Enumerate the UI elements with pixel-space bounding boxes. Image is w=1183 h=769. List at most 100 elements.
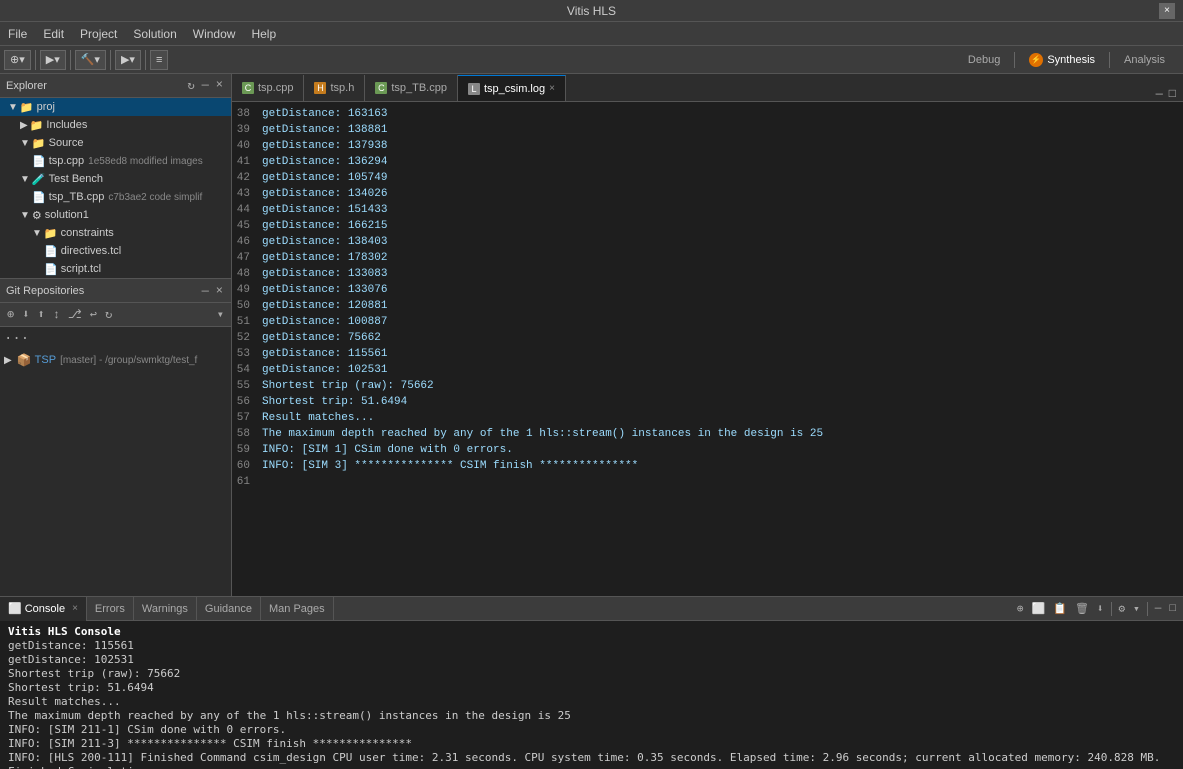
tree-item-testbench[interactable]: ▼ 🧪 Test Bench: [0, 170, 231, 188]
tab-tsp-tb-cpp[interactable]: C tsp_TB.cpp: [365, 75, 458, 101]
git-more-icon[interactable]: ▾: [214, 307, 227, 322]
menu-file[interactable]: File: [0, 22, 35, 45]
console-tab-guidance[interactable]: Guidance: [197, 597, 261, 621]
tree-label-testbench: Test Bench: [49, 173, 103, 185]
tree-icon-testbench: 🧪: [32, 173, 46, 186]
git-branch-icon[interactable]: ⎇: [65, 307, 85, 322]
console-scroll-icon[interactable]: ⬇: [1094, 602, 1107, 616]
console-tab-warnings[interactable]: Warnings: [134, 597, 197, 621]
console-tabs: ⬜ Console × Errors Warnings Guidance Man…: [0, 597, 1183, 621]
console-tab-console[interactable]: ⬜ Console ×: [0, 597, 87, 621]
menu-project[interactable]: Project: [72, 22, 125, 45]
editor-content[interactable]: 38getDistance: 16316339getDistance: 1388…: [232, 102, 1183, 596]
synthesis-view-button[interactable]: ⚡ Synthesis: [1023, 51, 1101, 69]
tab-max-icon[interactable]: □: [1166, 87, 1179, 101]
git-toolbar: ⊕ ⬇ ⬆ ↕ ⎇ ↩ ↻ ▾: [0, 303, 231, 327]
editor-line: 60INFO: [SIM 3] *************** CSIM fin…: [232, 458, 1183, 474]
console-close-icon[interactable]: ×: [72, 603, 78, 614]
analysis-view-button[interactable]: Analysis: [1118, 52, 1171, 68]
editor-line: 61: [232, 474, 1183, 490]
git-title: Git Repositories: [6, 285, 200, 297]
console-max-icon[interactable]: □: [1166, 603, 1179, 615]
explorer-close-icon[interactable]: ×: [214, 78, 225, 93]
git-repo-item[interactable]: ▶ 📦 TSP [master] - /group/swmktg/test_f: [0, 351, 231, 369]
git-fetch-icon[interactable]: ⬇: [19, 307, 32, 322]
editor-line: 51getDistance: 100887: [232, 314, 1183, 330]
console-icon2[interactable]: ⬜: [1029, 602, 1049, 616]
debug-run-button[interactable]: ▶▾: [115, 50, 141, 70]
console-arrow-icon[interactable]: ▾: [1130, 602, 1143, 616]
console-tab-errors[interactable]: Errors: [87, 597, 134, 621]
app-title: Vitis HLS: [567, 4, 616, 18]
console-new-icon[interactable]: ⊕: [1014, 602, 1027, 616]
git-header: Git Repositories — ×: [0, 279, 231, 303]
editor-area: C tsp.cpp H tsp.h C tsp_TB.cpp L tsp_csi…: [232, 74, 1183, 596]
line-content: Shortest trip (raw): 75662: [262, 380, 434, 392]
line-content: getDistance: 137938: [262, 140, 387, 152]
console-tab-manpages[interactable]: Man Pages: [261, 597, 334, 621]
console-line: getDistance: 102531: [8, 653, 1175, 667]
line-content: getDistance: 163163: [262, 108, 387, 120]
menu-window[interactable]: Window: [185, 22, 244, 45]
tab-close-csim[interactable]: ×: [549, 83, 555, 94]
tree-item-includes[interactable]: ▶ 📁 Includes: [0, 116, 231, 134]
run-button[interactable]: ▶▾: [40, 50, 66, 70]
git-min-icon[interactable]: —: [200, 284, 211, 298]
console-toolbar: ⊕ ⬜ 📋 🗑 ⬇ ⚙ ▾ — □: [1010, 602, 1183, 616]
git-refresh-icon[interactable]: ↻: [102, 307, 115, 322]
console-settings-icon[interactable]: ⚙: [1116, 602, 1129, 616]
editor-scroll[interactable]: 38getDistance: 16316339getDistance: 1388…: [232, 106, 1183, 592]
line-content: getDistance: 138403: [262, 236, 387, 248]
line-number: 60: [232, 460, 262, 472]
menu-edit[interactable]: Edit: [35, 22, 72, 45]
tree-item-solution1[interactable]: ▼ ⚙ solution1: [0, 206, 231, 224]
tab-min-icon[interactable]: —: [1153, 87, 1166, 101]
tree-item-tsp-cpp[interactable]: 📄 tsp.cpp 1e58ed8 modified images: [0, 152, 231, 170]
line-number: 38: [232, 108, 262, 120]
explorer-min-icon[interactable]: —: [200, 78, 211, 93]
tree-label-source: Source: [49, 137, 84, 149]
menu-solution[interactable]: Solution: [125, 22, 184, 45]
line-number: 59: [232, 444, 262, 456]
new-button[interactable]: ⊕▾: [4, 50, 31, 70]
tree-icon-script: 📄: [44, 263, 58, 276]
explorer-refresh-icon[interactable]: ↻: [185, 78, 196, 93]
tab-tsp-cpp[interactable]: C tsp.cpp: [232, 75, 304, 101]
tree-label-script: script.tcl: [61, 263, 101, 275]
tree-item-script[interactable]: 📄 script.tcl: [0, 260, 231, 278]
line-content: getDistance: 102531: [262, 364, 387, 376]
git-add-icon[interactable]: ⊕: [4, 307, 17, 322]
console-line: The maximum depth reached by any of the …: [8, 709, 1175, 723]
console-icon3[interactable]: 📋: [1050, 602, 1070, 616]
console-content[interactable]: Vitis HLS ConsolegetDistance: 115561getD…: [0, 621, 1183, 769]
tab-tsp-h[interactable]: H tsp.h: [304, 75, 365, 101]
git-pull-icon[interactable]: ↕: [50, 308, 63, 322]
build-button[interactable]: 🔨▾: [75, 50, 106, 70]
git-repo-arrow: ▶: [4, 355, 12, 366]
sidebar: Explorer ↻ — × ▼ 📁 proj ▶ 📁 Includes: [0, 74, 232, 596]
git-push-icon[interactable]: ⬆: [34, 307, 47, 322]
tree-item-constraints[interactable]: ▼ 📁 constraints: [0, 224, 231, 242]
git-checkout-icon[interactable]: ↩: [87, 307, 100, 322]
debug-view-button[interactable]: Debug: [962, 52, 1006, 68]
tree-icon-tsp-tb: 📄: [32, 191, 46, 204]
git-repo-name: TSP: [35, 354, 56, 366]
line-content: getDistance: 100887: [262, 316, 387, 328]
git-close-icon[interactable]: ×: [214, 284, 225, 298]
console-line: INFO: [HLS 200-111] Finished Command csi…: [8, 751, 1175, 765]
tree-item-directives[interactable]: 📄 directives.tcl: [0, 242, 231, 260]
tree-item-proj[interactable]: ▼ 📁 proj: [0, 98, 231, 116]
extra-button[interactable]: ≡: [150, 50, 168, 70]
console-min-icon[interactable]: —: [1152, 603, 1165, 615]
console-icon4[interactable]: 🗑: [1072, 602, 1092, 616]
tree-item-source[interactable]: ▼ 📁 Source: [0, 134, 231, 152]
git-dots-menu[interactable]: ···: [0, 327, 231, 351]
line-number: 56: [232, 396, 262, 408]
tree-item-tsp-tb[interactable]: 📄 tsp_TB.cpp c7b3ae2 code simplif: [0, 188, 231, 206]
editor-line: 59INFO: [SIM 1] CSim done with 0 errors.: [232, 442, 1183, 458]
window-close-button[interactable]: ×: [1159, 3, 1175, 19]
tab-tsp-csim-log[interactable]: L tsp_csim.log ×: [458, 75, 566, 101]
menu-help[interactable]: Help: [243, 22, 284, 45]
line-number: 40: [232, 140, 262, 152]
explorer-panel: Explorer ↻ — × ▼ 📁 proj ▶ 📁 Includes: [0, 74, 231, 279]
